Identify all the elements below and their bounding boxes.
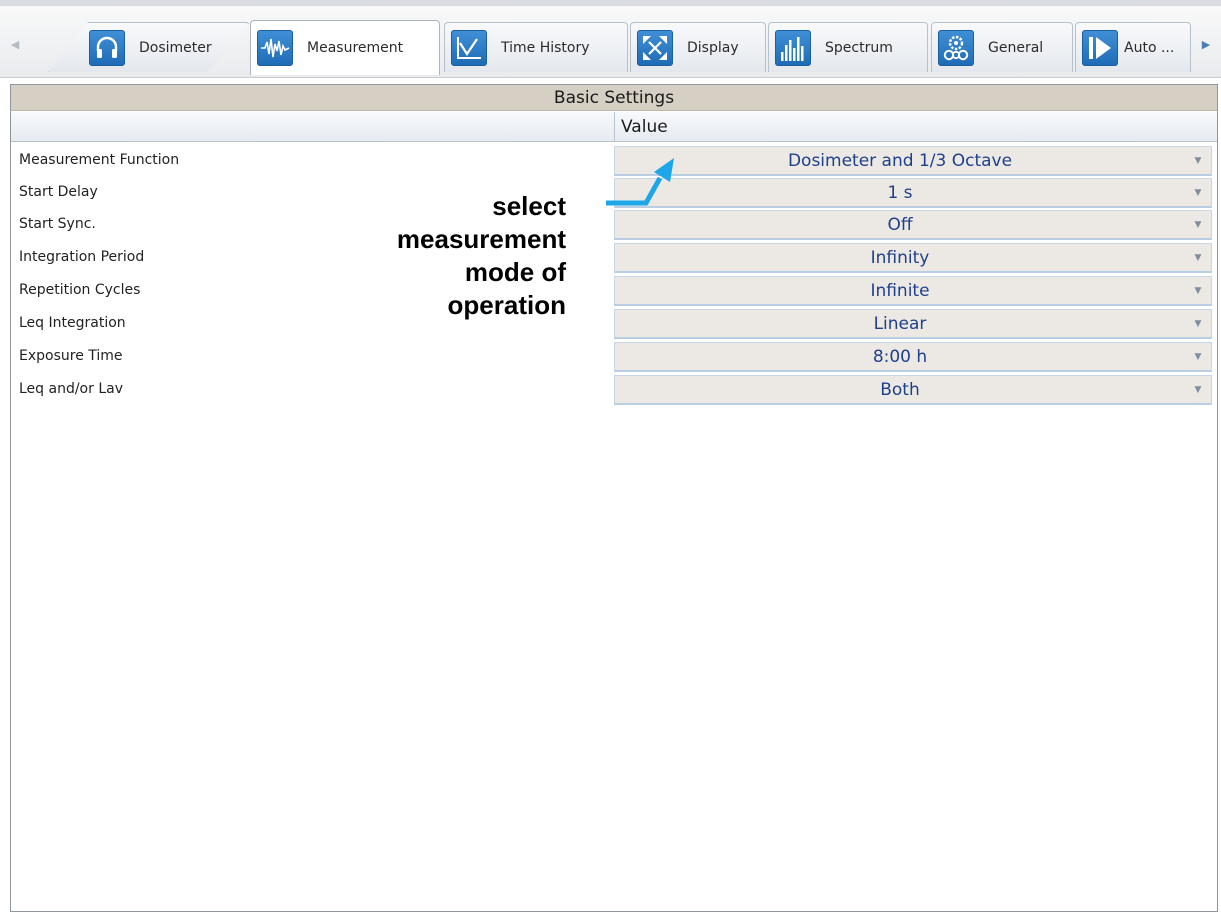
dropdown-arrow-icon[interactable]: ▼	[1185, 343, 1211, 371]
annotation-line: operation	[447, 290, 566, 320]
spectrum-bars-icon	[775, 29, 811, 66]
leq-lav-select[interactable]: Both ▼	[614, 375, 1212, 405]
row-label: Measurement Function	[19, 152, 180, 168]
row-value-text: 1 s	[887, 183, 913, 203]
row-value-text: Dosimeter and 1/3 Octave	[787, 151, 1013, 171]
tab-label: Display	[687, 39, 739, 56]
value-column-header: Value	[614, 112, 1214, 142]
grid-row-leq-lav: Leq and/or Lav Both ▼	[11, 373, 1217, 406]
grid-row-repetition-cycles: Repetition Cycles Infinite ▼	[11, 274, 1217, 307]
row-value-text: Linear	[873, 314, 927, 334]
section-title: Basic Settings	[11, 85, 1217, 111]
dropdown-arrow-icon[interactable]: ▼	[1185, 376, 1211, 404]
leq-integration-select[interactable]: Linear ▼	[614, 309, 1212, 339]
annotation-callout: select measurement mode of operation	[330, 190, 566, 322]
row-label: Leq Integration	[19, 315, 126, 331]
annotation-line: mode of	[464, 257, 566, 287]
row-value-text: Both	[880, 380, 920, 400]
tab-strip: ◀ Dosimeter Measurement Time History Dis…	[0, 0, 1221, 78]
row-label: Integration Period	[19, 249, 145, 265]
row-label: Leq and/or Lav	[19, 381, 123, 397]
start-sync-select[interactable]: Off ▼	[614, 210, 1212, 240]
tab-spectrum[interactable]: Spectrum	[768, 22, 928, 72]
grid-row-integration-period: Integration Period Infinity ▼	[11, 241, 1217, 274]
row-label: Start Delay	[19, 184, 98, 200]
annotation-line: measurement	[396, 224, 566, 254]
repetition-cycles-select[interactable]: Infinite ▼	[614, 276, 1212, 306]
tab-time-history[interactable]: Time History	[444, 22, 628, 72]
row-value-text: 8:00 h	[872, 347, 928, 367]
tab-strip-top-border	[0, 0, 1221, 6]
tab-auto[interactable]: Auto ...	[1075, 22, 1191, 72]
exposure-time-select[interactable]: 8:00 h ▼	[614, 342, 1212, 372]
dropdown-arrow-icon[interactable]: ▼	[1185, 147, 1211, 175]
dropdown-arrow-icon[interactable]: ▼	[1185, 310, 1211, 338]
tab-dosimeter[interactable]: Dosimeter	[48, 22, 250, 72]
play-icon	[1082, 29, 1118, 66]
measurement-function-select[interactable]: Dosimeter and 1/3 Octave ▼	[614, 146, 1212, 176]
scroll-left-arrow-icon[interactable]: ◀	[8, 36, 22, 52]
headphones-icon	[89, 29, 125, 66]
tab-label: Dosimeter	[139, 39, 212, 56]
row-label: Exposure Time	[19, 348, 123, 364]
integration-period-select[interactable]: Infinity ▼	[614, 243, 1212, 273]
tab-measurement[interactable]: Measurement	[250, 20, 440, 75]
line-graph-icon	[451, 29, 487, 66]
grid-row-start-sync: Start Sync. Off ▼	[11, 208, 1217, 241]
annotation-line: select	[492, 191, 566, 221]
tab-label: Time History	[501, 39, 590, 56]
row-value-text: Infinity	[870, 248, 930, 268]
scroll-right-arrow-icon[interactable]: ▶	[1199, 36, 1213, 52]
tab-label: Auto ...	[1124, 39, 1175, 56]
row-value-text: Infinite	[870, 281, 930, 301]
tab-general[interactable]: General	[931, 22, 1073, 72]
row-label: Start Sync.	[19, 216, 96, 232]
row-label: Repetition Cycles	[19, 282, 141, 298]
waveform-icon	[257, 30, 293, 66]
dropdown-arrow-icon[interactable]: ▼	[1185, 244, 1211, 272]
expand-arrows-icon	[637, 29, 673, 66]
grid-row-exposure-time: Exposure Time 8:00 h ▼	[11, 340, 1217, 373]
tab-display[interactable]: Display	[630, 22, 766, 72]
start-delay-select[interactable]: 1 s ▼	[614, 178, 1212, 208]
column-header-row: Value	[11, 112, 1217, 142]
dropdown-arrow-icon[interactable]: ▼	[1185, 211, 1211, 239]
dropdown-arrow-icon[interactable]: ▼	[1185, 179, 1211, 207]
tab-label: Measurement	[307, 40, 404, 56]
tab-label: General	[988, 39, 1044, 56]
tab-label: Spectrum	[825, 39, 893, 56]
annotation-arrow-icon	[606, 158, 674, 206]
row-value-text: Off	[887, 215, 913, 235]
grid-row-leq-integration: Leq Integration Linear ▼	[11, 307, 1217, 340]
dropdown-arrow-icon[interactable]: ▼	[1185, 277, 1211, 305]
gears-icon	[938, 29, 974, 66]
